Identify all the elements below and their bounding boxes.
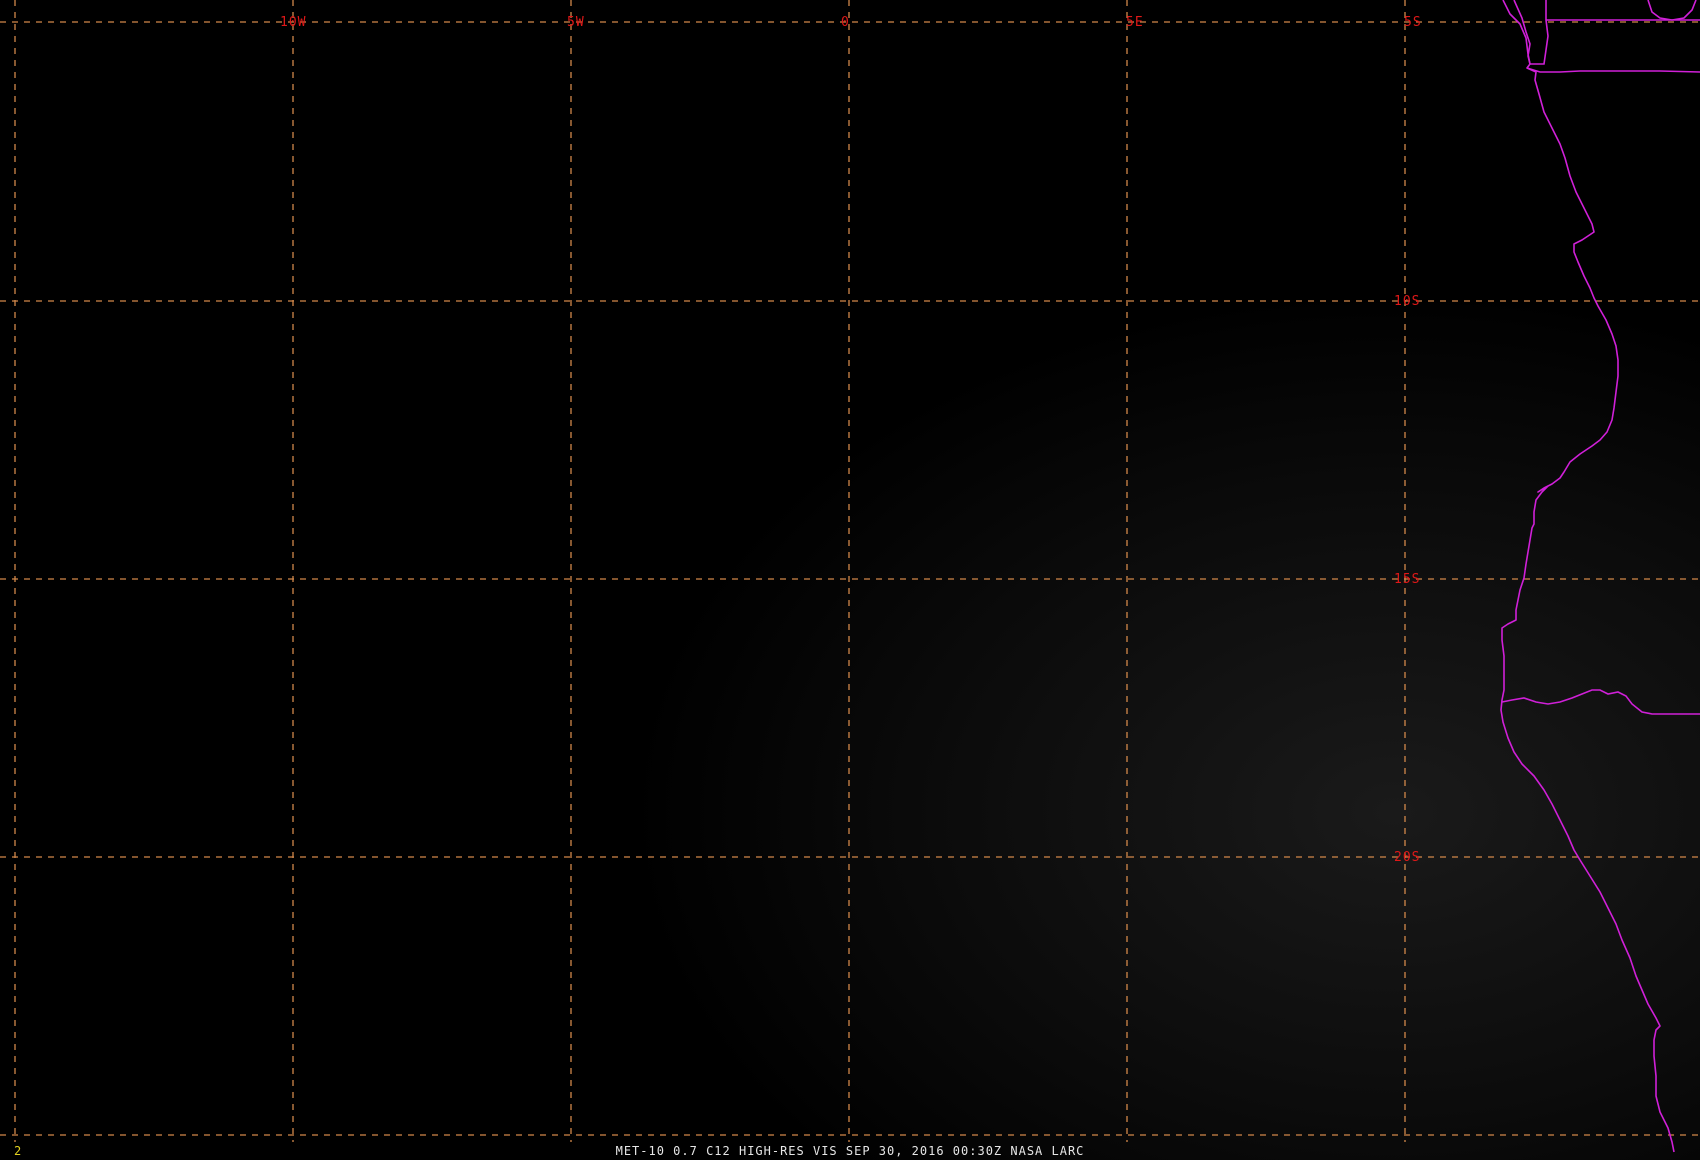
lat-label-5s: 5S xyxy=(1404,15,1422,30)
imagery-background xyxy=(0,0,1700,1160)
lon-label-5w: 5W xyxy=(567,15,585,30)
image-caption: MET-10 0.7 C12 HIGH-RES VIS SEP 30, 2016… xyxy=(615,1144,1085,1158)
lon-label-10w: 10W xyxy=(280,15,306,30)
lat-label-10s: 10S xyxy=(1394,294,1420,309)
satellite-map: 10W 5W 0 5E 5S 10S 15S 20S xyxy=(0,0,1700,1160)
lon-label-5e: 5E xyxy=(1126,15,1144,30)
lon-label-0: 0 xyxy=(841,15,850,30)
lat-label-15s: 15S xyxy=(1394,572,1420,587)
lat-label-20s: 20S xyxy=(1394,850,1420,865)
